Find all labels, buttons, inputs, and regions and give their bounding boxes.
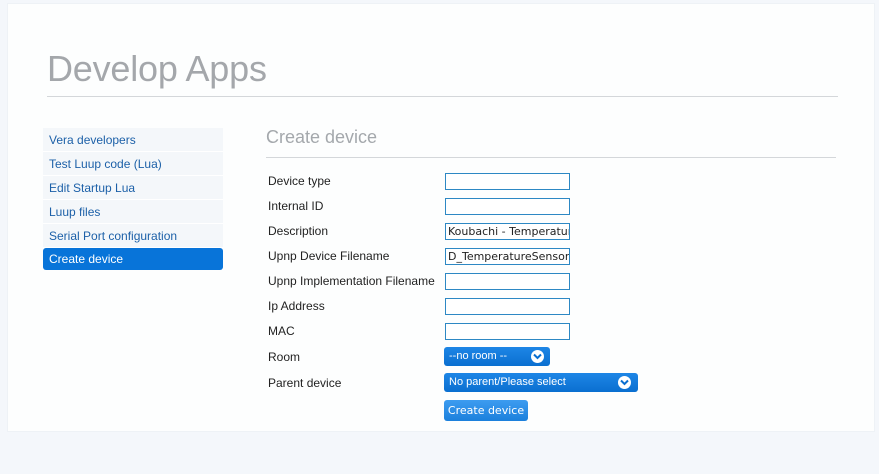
sidebar-item-edit-startup-lua[interactable]: Edit Startup Lua <box>43 176 223 200</box>
room-select[interactable]: --no room -- <box>444 347 550 366</box>
mac-label: MAC <box>268 324 295 338</box>
device-type-input[interactable] <box>445 173 570 190</box>
sidebar-item-vera-developers[interactable]: Vera developers <box>43 128 223 152</box>
ip-address-label: Ip Address <box>268 299 325 313</box>
description-label: Description <box>268 224 329 238</box>
page-title: Develop Apps <box>47 48 267 89</box>
parent-device-select[interactable]: No parent/Please select <box>444 373 638 392</box>
sidebar-item-serial-port-configuration[interactable]: Serial Port configuration <box>43 224 223 248</box>
sidebar-item-test-luup-code[interactable]: Test Luup code (Lua) <box>43 152 223 176</box>
ip-address-input[interactable] <box>445 298 570 315</box>
upnp-implementation-filename-label: Upnp Implementation Filename <box>268 274 435 288</box>
title-divider <box>47 96 838 97</box>
internal-id-input[interactable] <box>445 198 570 215</box>
sidebar-item-create-device[interactable]: Create device <box>43 248 223 270</box>
create-device-button[interactable]: Create device <box>444 400 528 421</box>
internal-id-label: Internal ID <box>268 199 324 213</box>
section-divider <box>266 157 836 158</box>
upnp-device-filename-label: Upnp Device Filename <box>268 249 390 263</box>
room-label: Room <box>268 350 301 364</box>
sidebar-item-luup-files[interactable]: Luup files <box>43 200 223 224</box>
chevron-down-icon <box>531 350 544 363</box>
chevron-down-icon <box>618 376 631 389</box>
parent-device-label: Parent device <box>268 376 342 390</box>
mac-input[interactable] <box>445 323 570 340</box>
upnp-device-filename-input[interactable] <box>445 248 570 265</box>
upnp-implementation-filename-input[interactable] <box>445 273 570 290</box>
room-select-value: --no room -- <box>449 350 508 362</box>
description-input[interactable] <box>445 223 570 240</box>
sidebar-nav: Vera developers Test Luup code (Lua) Edi… <box>43 128 223 270</box>
section-title: Create device <box>266 127 378 147</box>
parent-device-select-value: No parent/Please select <box>449 376 566 388</box>
device-type-label: Device type <box>268 174 331 188</box>
